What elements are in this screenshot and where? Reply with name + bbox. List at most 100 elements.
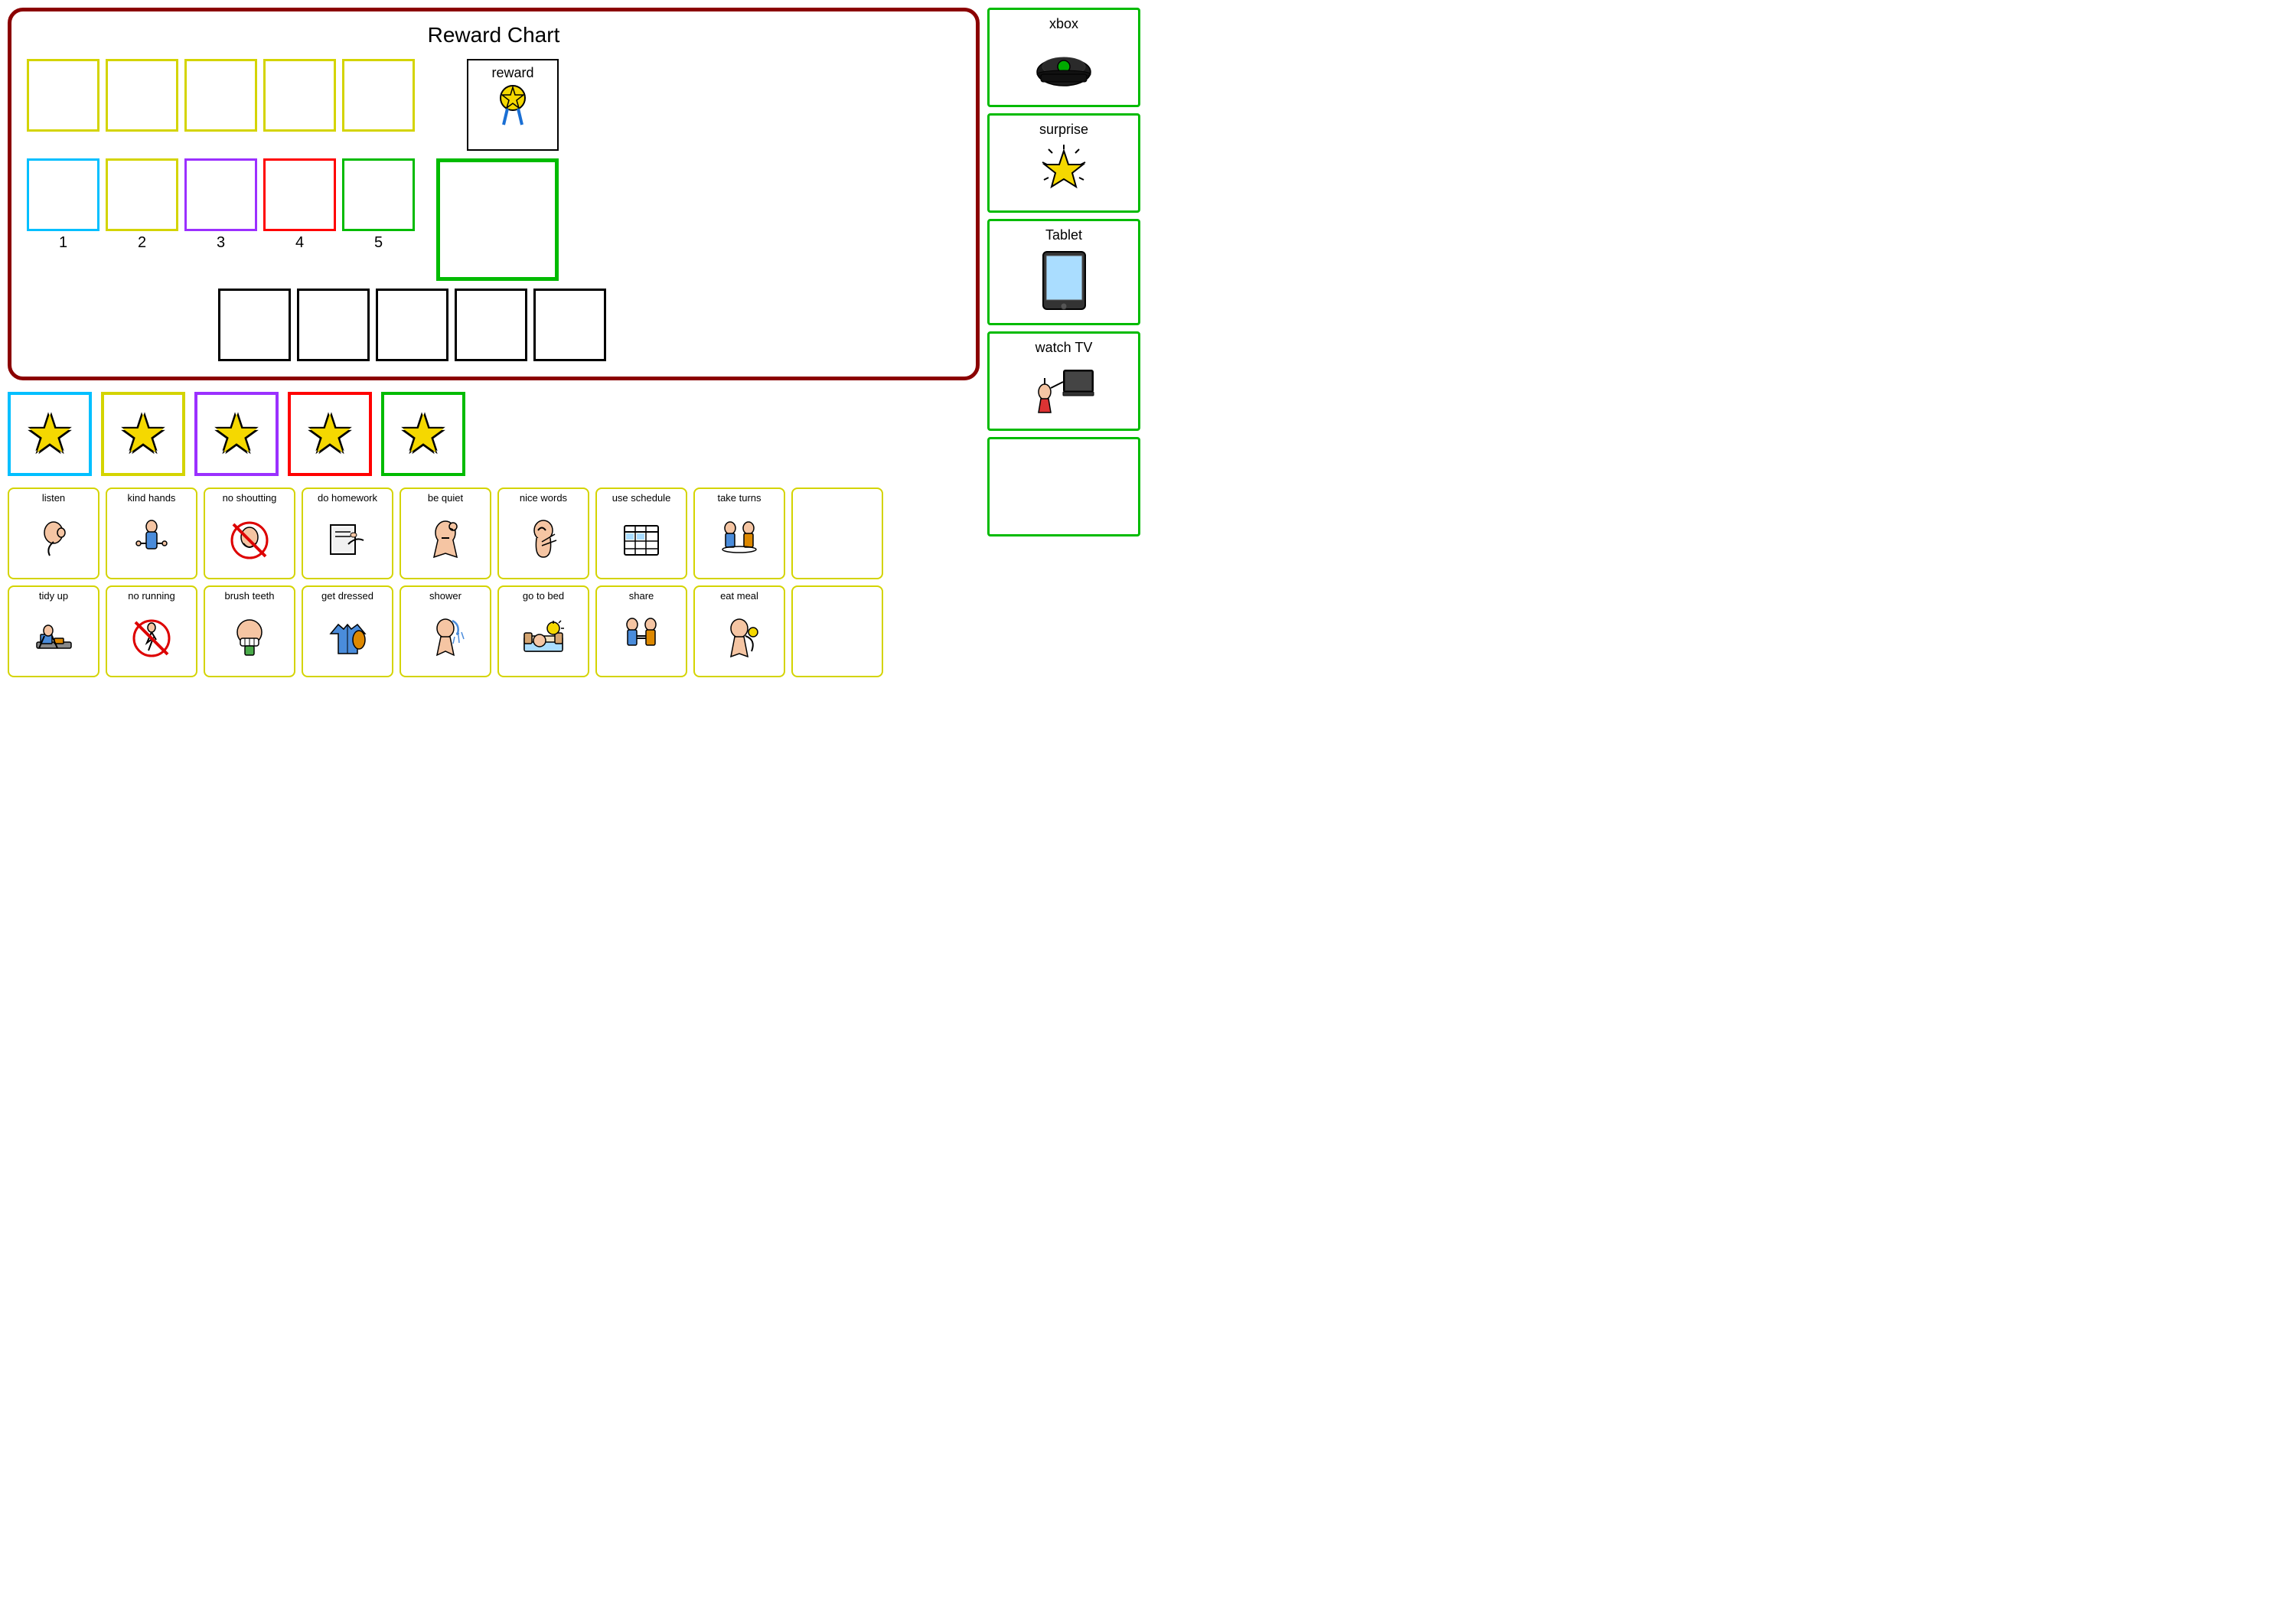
task-row-2: tidy up no running <box>8 585 980 677</box>
task-use-schedule[interactable]: use schedule <box>595 488 687 579</box>
right-sidebar: xbox surprise <box>987 8 1140 677</box>
slot-yellow-2[interactable] <box>106 59 178 132</box>
slot-wrapper-1: 1 <box>27 158 99 252</box>
task-eat-meal-icon <box>719 604 759 673</box>
reward-tablet-label: Tablet <box>1045 227 1082 243</box>
task-shower[interactable]: shower <box>400 585 491 677</box>
slot-green-5[interactable] <box>342 158 415 231</box>
slot-cyan-1[interactable] <box>27 158 99 231</box>
task-go-to-bed-label: go to bed <box>523 590 564 602</box>
task-row-1: listen kind hands <box>8 488 980 579</box>
task-eat-meal[interactable]: eat meal <box>693 585 785 677</box>
task-use-schedule-icon <box>621 506 661 575</box>
main-area: Reward Chart reward <box>0 0 1148 685</box>
star-box-red[interactable]: ★ <box>288 392 372 476</box>
task-nice-words[interactable]: nice words <box>497 488 589 579</box>
slot-number-2: 2 <box>138 234 146 252</box>
task-take-turns-label: take turns <box>717 492 761 504</box>
slot-wrapper-2: 2 <box>106 158 178 252</box>
reward-surprise[interactable]: surprise <box>987 113 1140 213</box>
task-use-schedule-label: use schedule <box>612 492 671 504</box>
task-area: listen kind hands <box>8 488 980 677</box>
task-brush-teeth-icon <box>230 604 269 673</box>
black-slot-3[interactable] <box>376 289 448 361</box>
reward-watch-tv-label: watch TV <box>1035 340 1093 356</box>
reward-empty[interactable] <box>987 437 1140 536</box>
task-go-to-bed[interactable]: go to bed <box>497 585 589 677</box>
task-listen[interactable]: listen <box>8 488 99 579</box>
task-do-homework-label: do homework <box>318 492 377 504</box>
reward-watch-tv[interactable]: watch TV <box>987 331 1140 431</box>
task-kind-hands[interactable]: kind hands <box>106 488 197 579</box>
large-green-slot[interactable] <box>436 158 559 281</box>
black-slot-2[interactable] <box>297 289 370 361</box>
task-eat-meal-label: eat meal <box>720 590 758 602</box>
reward-box-icon <box>492 84 534 130</box>
reward-surprise-label: surprise <box>1039 122 1088 138</box>
task-do-homework-icon <box>327 506 369 575</box>
task-empty-2[interactable] <box>791 585 883 677</box>
reward-tablet[interactable]: Tablet <box>987 219 1140 325</box>
task-be-quiet[interactable]: be quiet <box>400 488 491 579</box>
task-kind-hands-icon <box>131 506 173 575</box>
slot-wrapper-4: 4 <box>263 158 336 252</box>
task-nice-words-label: nice words <box>520 492 567 504</box>
task-do-homework[interactable]: do homework <box>302 488 393 579</box>
slot-number-1: 1 <box>59 234 67 252</box>
task-brush-teeth-label: brush teeth <box>224 590 274 602</box>
task-kind-hands-label: kind hands <box>128 492 176 504</box>
task-get-dressed[interactable]: get dressed <box>302 585 393 677</box>
slot-number-3: 3 <box>217 234 225 252</box>
task-be-quiet-label: be quiet <box>428 492 463 504</box>
stars-row: ★ ★ ★ ★ ★ <box>8 388 980 480</box>
star-icon-5: ★ <box>400 407 448 461</box>
star-box-cyan[interactable]: ★ <box>8 392 92 476</box>
task-share-icon <box>618 604 664 673</box>
task-tidy-up-label: tidy up <box>39 590 68 602</box>
slot-red-4[interactable] <box>263 158 336 231</box>
black-slot-1[interactable] <box>218 289 291 361</box>
task-share[interactable]: share <box>595 585 687 677</box>
star-box-yellow[interactable]: ★ <box>101 392 185 476</box>
task-get-dressed-label: get dressed <box>321 590 373 602</box>
slot-wrapper-3: 3 <box>184 158 257 252</box>
task-shower-icon <box>426 604 465 673</box>
slot-yellow-1[interactable] <box>27 59 99 132</box>
black-slot-5[interactable] <box>533 289 606 361</box>
star-icon-4: ★ <box>306 407 354 461</box>
reward-box: reward <box>467 59 559 151</box>
reward-xbox-icon <box>1033 37 1094 99</box>
task-tidy-up[interactable]: tidy up <box>8 585 99 677</box>
star-icon-1: ★ <box>26 407 74 461</box>
task-go-to-bed-icon <box>521 604 566 673</box>
task-no-shouting-label: no shoutting <box>223 492 277 504</box>
reward-xbox[interactable]: xbox <box>987 8 1140 107</box>
reward-tablet-icon <box>1035 248 1093 317</box>
slot-wrapper-5: 5 <box>342 158 415 252</box>
slot-yellow-2a[interactable] <box>106 158 178 231</box>
task-no-running[interactable]: no running <box>106 585 197 677</box>
slot-yellow-4[interactable] <box>263 59 336 132</box>
task-no-running-icon <box>132 604 171 673</box>
task-no-shouting[interactable]: no shoutting <box>204 488 295 579</box>
black-slots-row <box>218 289 960 361</box>
task-take-turns[interactable]: take turns <box>693 488 785 579</box>
task-brush-teeth[interactable]: brush teeth <box>204 585 295 677</box>
slot-purple-3[interactable] <box>184 158 257 231</box>
slot-yellow-3[interactable] <box>184 59 257 132</box>
task-no-running-label: no running <box>128 590 174 602</box>
reward-chart: Reward Chart reward <box>8 8 980 380</box>
task-nice-words-icon <box>523 506 565 575</box>
reward-chart-title: Reward Chart <box>27 23 960 47</box>
task-take-turns-icon <box>716 506 762 575</box>
reward-watch-tv-icon <box>1029 360 1098 422</box>
star-box-green[interactable]: ★ <box>381 392 465 476</box>
task-empty-1[interactable] <box>791 488 883 579</box>
slot-yellow-5[interactable] <box>342 59 415 132</box>
task-no-shouting-icon <box>230 506 269 575</box>
star-box-purple[interactable]: ★ <box>194 392 279 476</box>
task-listen-label: listen <box>42 492 65 504</box>
black-slot-4[interactable] <box>455 289 527 361</box>
star-icon-2: ★ <box>119 407 168 461</box>
slot-number-5: 5 <box>374 234 383 252</box>
